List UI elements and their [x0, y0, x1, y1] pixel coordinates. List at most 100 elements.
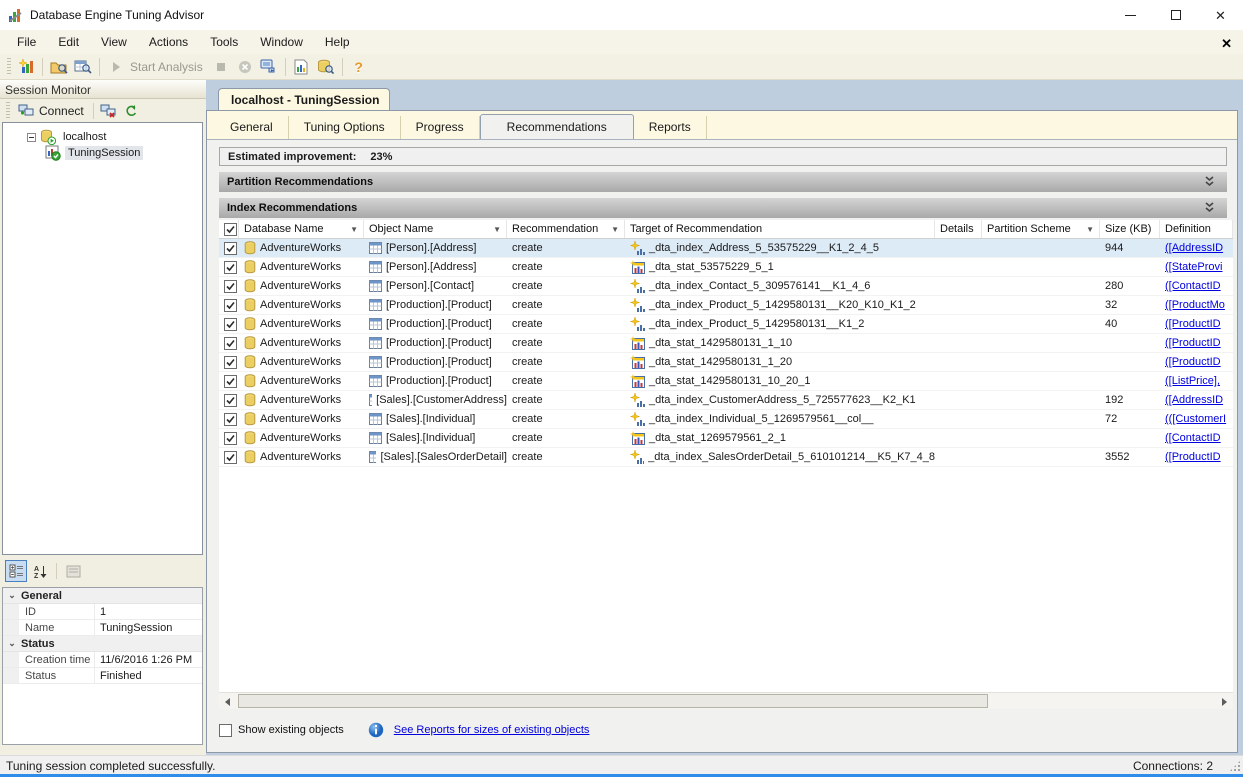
- refresh-button[interactable]: [120, 101, 142, 121]
- tab-reports[interactable]: Reports: [634, 116, 707, 139]
- definition-link[interactable]: ([ProductMo: [1165, 299, 1225, 311]
- column-header-partition-scheme[interactable]: Partition Scheme▼: [982, 220, 1100, 238]
- definition-link[interactable]: ([ProductID: [1165, 337, 1221, 349]
- tree-node-session-label[interactable]: TuningSession: [65, 146, 143, 160]
- column-header-recommendation[interactable]: Recommendation▼: [507, 220, 625, 238]
- panel-grip[interactable]: [6, 102, 10, 120]
- column-header-size-kb-[interactable]: Size (KB): [1100, 220, 1160, 238]
- definition-link[interactable]: ([StateProvi: [1165, 261, 1222, 273]
- table-row[interactable]: AdventureWorks [Production].[Product] cr…: [219, 353, 1233, 372]
- cancel-button[interactable]: [234, 56, 256, 78]
- see-reports-link[interactable]: See Reports for sizes of existing object…: [394, 724, 590, 736]
- resize-grip[interactable]: [1229, 760, 1241, 772]
- disconnect-button[interactable]: [98, 101, 120, 121]
- maximize-button[interactable]: [1153, 0, 1198, 30]
- menu-window[interactable]: Window: [249, 31, 314, 53]
- menu-tools[interactable]: Tools: [199, 31, 249, 53]
- tree-node-session[interactable]: TuningSession: [45, 145, 143, 161]
- row-checkbox[interactable]: [224, 451, 237, 464]
- tab-general[interactable]: General: [215, 116, 289, 139]
- row-checkbox[interactable]: [224, 280, 237, 293]
- property-value[interactable]: 1: [95, 604, 202, 619]
- column-header-object-name[interactable]: Object Name▼: [364, 220, 507, 238]
- row-checkbox[interactable]: [224, 337, 237, 350]
- property-row[interactable]: ID 1: [3, 604, 202, 620]
- chevron-down-icon[interactable]: ⌄: [3, 590, 21, 601]
- row-checkbox[interactable]: [224, 375, 237, 388]
- partition-recommendations-header[interactable]: Partition Recommendations: [219, 172, 1227, 192]
- browse-tables-button[interactable]: [72, 56, 94, 78]
- table-row[interactable]: AdventureWorks [Production].[Product] cr…: [219, 315, 1233, 334]
- table-row[interactable]: AdventureWorks [Sales].[SalesOrderDetail…: [219, 448, 1233, 467]
- table-row[interactable]: AdventureWorks [Person].[Address] create…: [219, 258, 1233, 277]
- collapse-icon[interactable]: [27, 133, 36, 142]
- property-value[interactable]: Finished: [95, 668, 202, 683]
- table-row[interactable]: AdventureWorks [Sales].[Individual] crea…: [219, 429, 1233, 448]
- table-row[interactable]: AdventureWorks [Sales].[CustomerAddress]…: [219, 391, 1233, 410]
- start-analysis-icon[interactable]: [105, 56, 127, 78]
- property-pages-button[interactable]: [62, 560, 84, 582]
- row-checkbox[interactable]: [224, 223, 237, 236]
- column-header-details[interactable]: Details: [935, 220, 982, 238]
- row-checkbox[interactable]: [224, 299, 237, 312]
- alphabetical-sort-button[interactable]: AZ: [29, 560, 51, 582]
- close-button[interactable]: ✕: [1198, 0, 1243, 30]
- show-existing-objects-checkbox[interactable]: [219, 724, 232, 737]
- sort-dropdown-icon[interactable]: ▼: [1086, 225, 1094, 234]
- definition-link[interactable]: ([ListPrice],: [1165, 375, 1220, 387]
- tree-node-server[interactable]: localhost: [27, 129, 109, 145]
- minimize-button[interactable]: [1108, 0, 1153, 30]
- menu-help[interactable]: Help: [314, 31, 361, 53]
- definition-link[interactable]: (([CustomerI: [1165, 413, 1226, 425]
- connect-button[interactable]: Connect: [13, 102, 89, 120]
- row-checkbox[interactable]: [224, 413, 237, 426]
- column-header-definition[interactable]: Definition: [1160, 220, 1233, 238]
- tab-recommendations[interactable]: Recommendations: [480, 114, 634, 140]
- sort-dropdown-icon[interactable]: ▼: [350, 225, 358, 234]
- table-row[interactable]: AdventureWorks [Person].[Address] create…: [219, 239, 1233, 258]
- menu-file[interactable]: File: [6, 31, 47, 53]
- table-row[interactable]: AdventureWorks [Production].[Product] cr…: [219, 296, 1233, 315]
- select-all-checkbox-cell[interactable]: [219, 220, 239, 238]
- start-analysis-label[interactable]: Start Analysis: [130, 60, 203, 74]
- stop-analysis-button[interactable]: [210, 56, 232, 78]
- row-checkbox[interactable]: [224, 318, 237, 331]
- menu-actions[interactable]: Actions: [138, 31, 199, 53]
- close-document-icon[interactable]: ✕: [1216, 34, 1237, 54]
- tree-node-server-label[interactable]: localhost: [60, 130, 109, 144]
- index-recommendations-header[interactable]: Index Recommendations: [219, 198, 1227, 218]
- row-checkbox[interactable]: [224, 261, 237, 274]
- column-header-target-of-recommendation[interactable]: Target of Recommendation: [625, 220, 935, 238]
- definition-link[interactable]: ([ProductID: [1165, 318, 1221, 330]
- property-row[interactable]: Creation time 11/6/2016 1:26 PM: [3, 652, 202, 668]
- row-checkbox[interactable]: [224, 356, 237, 369]
- categorized-button[interactable]: [5, 560, 27, 582]
- table-row[interactable]: AdventureWorks [Production].[Product] cr…: [219, 372, 1233, 391]
- expand-chevron-icon[interactable]: [1204, 201, 1215, 214]
- table-row[interactable]: AdventureWorks [Production].[Product] cr…: [219, 334, 1233, 353]
- row-checkbox[interactable]: [224, 394, 237, 407]
- apply-recommendations-button[interactable]: [258, 56, 280, 78]
- property-category[interactable]: ⌄Status: [3, 636, 202, 652]
- property-row[interactable]: Status Finished: [3, 668, 202, 684]
- tuning-options-button[interactable]: [315, 56, 337, 78]
- property-value[interactable]: TuningSession: [95, 620, 202, 635]
- table-row[interactable]: AdventureWorks [Person].[Contact] create…: [219, 277, 1233, 296]
- sort-dropdown-icon[interactable]: ▼: [611, 225, 619, 234]
- table-row[interactable]: AdventureWorks [Sales].[Individual] crea…: [219, 410, 1233, 429]
- toolbar-grip[interactable]: [7, 58, 11, 76]
- property-value[interactable]: 11/6/2016 1:26 PM: [95, 652, 202, 667]
- property-row[interactable]: Name TuningSession: [3, 620, 202, 636]
- definition-link[interactable]: ([ProductID: [1165, 451, 1221, 463]
- tab-tuning-options[interactable]: Tuning Options: [289, 116, 401, 139]
- menu-view[interactable]: View: [90, 31, 138, 53]
- scroll-left-icon[interactable]: [219, 693, 236, 709]
- definition-link[interactable]: ([AddressID: [1165, 394, 1223, 406]
- open-workload-button[interactable]: [48, 56, 70, 78]
- row-checkbox[interactable]: [224, 242, 237, 255]
- definition-link[interactable]: ([ContactID: [1165, 432, 1221, 444]
- definition-link[interactable]: ([ProductID: [1165, 356, 1221, 368]
- definition-link[interactable]: ([AddressID: [1165, 242, 1223, 254]
- scrollbar-thumb[interactable]: [238, 694, 988, 708]
- property-category[interactable]: ⌄General: [3, 588, 202, 604]
